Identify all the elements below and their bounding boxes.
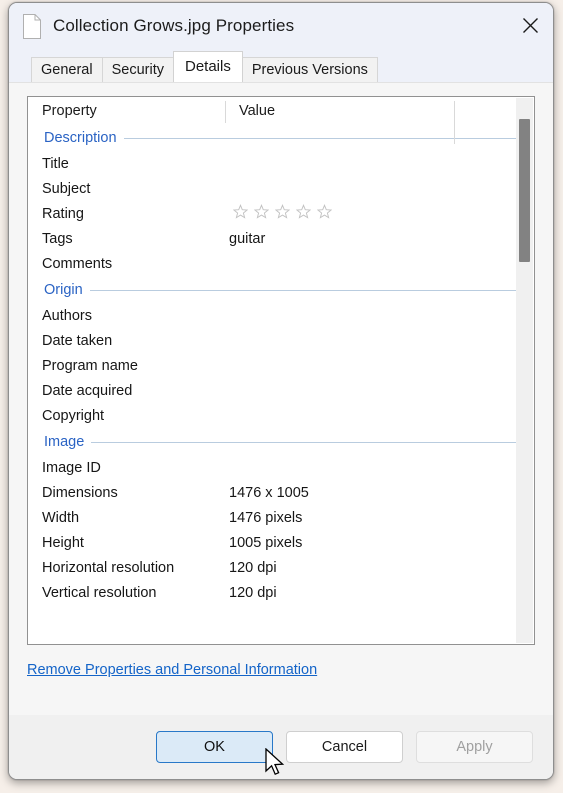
table-row[interactable]: Copyright bbox=[28, 403, 534, 428]
table-row[interactable]: Vertical resolution 120 dpi bbox=[28, 580, 534, 605]
title-bar: Collection Grows.jpg Properties bbox=[9, 3, 553, 49]
vertical-scrollbar[interactable] bbox=[516, 98, 533, 643]
table-row[interactable]: Authors bbox=[28, 303, 534, 328]
star-icon[interactable] bbox=[316, 204, 333, 223]
column-divider[interactable] bbox=[225, 101, 226, 123]
group-label: Image bbox=[44, 433, 92, 450]
properties-dialog: Collection Grows.jpg Properties General … bbox=[8, 2, 554, 780]
remove-properties-link[interactable]: Remove Properties and Personal Informati… bbox=[27, 662, 317, 678]
apply-button: Apply bbox=[416, 731, 533, 763]
column-divider[interactable] bbox=[454, 101, 455, 144]
table-row[interactable]: Width 1476 pixels bbox=[28, 505, 534, 530]
property-name: Program name bbox=[42, 357, 138, 374]
column-header-value: Value bbox=[239, 102, 276, 119]
property-name: Copyright bbox=[42, 407, 105, 424]
table-row[interactable]: Program name bbox=[28, 353, 534, 378]
star-icon[interactable] bbox=[274, 204, 291, 223]
grid-header-row: Property Value bbox=[28, 97, 534, 124]
rating-stars[interactable] bbox=[229, 204, 465, 223]
table-row[interactable]: Height 1005 pixels bbox=[28, 530, 534, 555]
group-rule bbox=[123, 138, 516, 139]
property-value-rating[interactable] bbox=[225, 204, 465, 223]
property-name: Vertical resolution bbox=[42, 584, 157, 601]
table-row[interactable]: Subject bbox=[28, 176, 534, 201]
property-name: Title bbox=[42, 155, 69, 172]
group-header-origin: Origin bbox=[28, 276, 534, 303]
table-row[interactable]: Image ID bbox=[28, 455, 534, 480]
property-value[interactable]: 120 dpi bbox=[225, 560, 465, 576]
group-header-description: Description bbox=[28, 124, 534, 151]
ok-button[interactable]: OK bbox=[156, 731, 273, 763]
scrollbar-thumb[interactable] bbox=[519, 119, 530, 262]
cancel-button[interactable]: Cancel bbox=[286, 731, 403, 763]
group-label: Description bbox=[44, 129, 124, 146]
group-label: Origin bbox=[44, 281, 90, 298]
property-name: Horizontal resolution bbox=[42, 559, 175, 576]
table-row[interactable]: Comments bbox=[28, 251, 534, 276]
property-value[interactable]: 120 dpi bbox=[225, 585, 465, 601]
property-name: Authors bbox=[42, 307, 92, 324]
close-icon[interactable] bbox=[507, 3, 553, 48]
tab-previous-versions[interactable]: Previous Versions bbox=[241, 57, 378, 82]
table-row[interactable]: Tags guitar bbox=[28, 226, 534, 251]
property-value[interactable]: 1476 x 1005 bbox=[225, 485, 465, 501]
table-row[interactable]: Title bbox=[28, 151, 534, 176]
group-rule bbox=[91, 442, 516, 443]
table-row[interactable]: Horizontal resolution 120 dpi bbox=[28, 555, 534, 580]
star-icon[interactable] bbox=[253, 204, 270, 223]
property-value[interactable]: 1005 pixels bbox=[225, 535, 465, 551]
details-panel: Property Value Description Title Subject bbox=[9, 82, 553, 715]
document-icon bbox=[22, 13, 42, 39]
table-row[interactable]: Date taken bbox=[28, 328, 534, 353]
property-name: Comments bbox=[42, 255, 113, 272]
property-name: Date acquired bbox=[42, 382, 133, 399]
window-title: Collection Grows.jpg Properties bbox=[53, 16, 295, 35]
property-name: Subject bbox=[42, 180, 91, 197]
property-name: Width bbox=[42, 509, 80, 526]
property-name: Rating bbox=[42, 205, 84, 222]
property-name: Date taken bbox=[42, 332, 113, 349]
property-name: Height bbox=[42, 534, 84, 551]
table-row[interactable]: Dimensions 1476 x 1005 bbox=[28, 480, 534, 505]
table-row[interactable]: Date acquired bbox=[28, 378, 534, 403]
tab-security[interactable]: Security bbox=[101, 57, 174, 82]
property-name: Dimensions bbox=[42, 484, 118, 501]
star-icon[interactable] bbox=[232, 204, 249, 223]
column-header-property: Property bbox=[42, 102, 97, 119]
property-name: Tags bbox=[42, 230, 73, 247]
tab-strip: General Security Details Previous Versio… bbox=[9, 49, 553, 82]
property-grid: Property Value Description Title Subject bbox=[27, 96, 535, 645]
tab-general[interactable]: General bbox=[31, 57, 103, 82]
table-row[interactable]: Rating bbox=[28, 201, 534, 226]
property-value[interactable]: 1476 pixels bbox=[225, 510, 465, 526]
star-icon[interactable] bbox=[295, 204, 312, 223]
property-name: Image ID bbox=[42, 459, 101, 476]
group-rule bbox=[89, 290, 516, 291]
group-header-image: Image bbox=[28, 428, 534, 455]
property-value[interactable]: guitar bbox=[225, 231, 465, 247]
tab-details[interactable]: Details bbox=[172, 51, 243, 82]
button-bar: OK Cancel Apply bbox=[9, 715, 553, 779]
